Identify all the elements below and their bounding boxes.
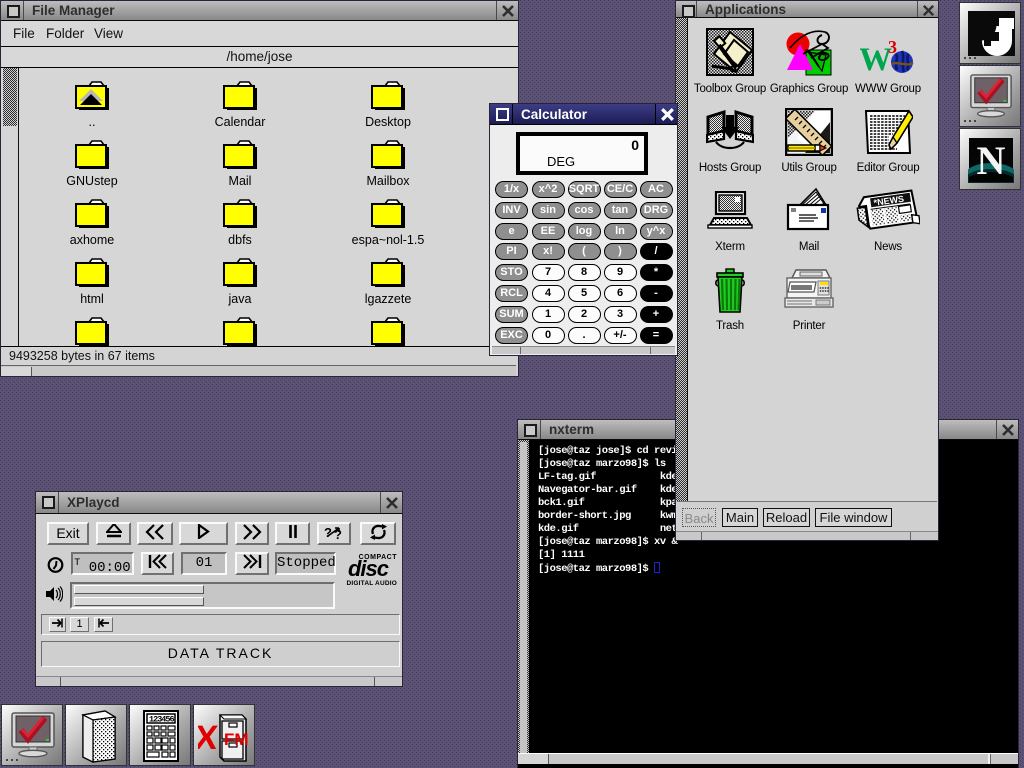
svg-text:X: X	[198, 719, 220, 757]
svg-text:FM: FM	[224, 730, 249, 749]
svg-text:?: ?	[324, 525, 332, 540]
svg-text:N: N	[977, 138, 1006, 183]
svg-text:123456: 123456	[149, 715, 175, 725]
